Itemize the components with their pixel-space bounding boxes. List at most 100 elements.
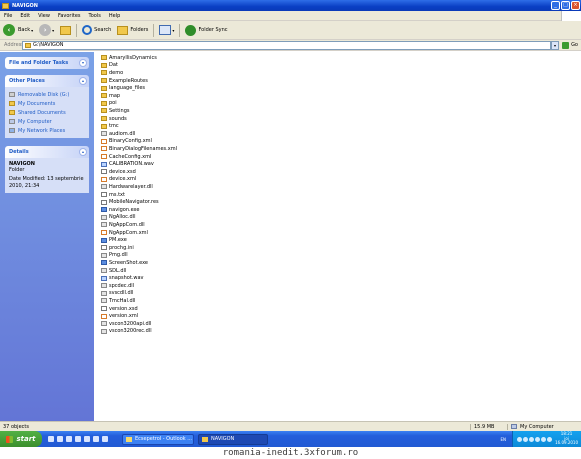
address-dropdown-button[interactable]: ▾	[551, 40, 560, 50]
file-item[interactable]: MobileNavigator.res	[101, 198, 159, 206]
chevron-up-icon[interactable]: ▴	[79, 77, 87, 85]
tray-icon[interactable]	[517, 436, 523, 442]
back-button[interactable]: ‹ Back ▾	[0, 22, 36, 38]
app-icon[interactable]	[93, 436, 99, 442]
other-places-header[interactable]: Other Places ▴	[5, 75, 89, 87]
file-item[interactable]: spcdec.dll	[101, 282, 134, 290]
my-computer-icon	[9, 119, 15, 124]
maximize-button[interactable]: □	[561, 1, 570, 10]
file-item[interactable]: SDL.dll	[101, 267, 126, 275]
file-item[interactable]: PM.exe	[101, 236, 127, 244]
file-item[interactable]: NgAlloc.dll	[101, 214, 135, 222]
details-header[interactable]: Details ▴	[5, 146, 89, 158]
file-item[interactable]: BinaryDialogFilenames.xml	[101, 145, 177, 153]
file-item[interactable]: version.xml	[101, 312, 138, 320]
place-my-documents[interactable]: My Documents	[9, 99, 85, 108]
exe-icon	[101, 260, 107, 266]
tray-icon[interactable]	[535, 436, 541, 442]
firefox-icon[interactable]	[84, 436, 90, 442]
start-button[interactable]: start	[0, 431, 42, 447]
taskbar-item-outlook[interactable]: Ecsepetrol - Outlook ...	[122, 433, 194, 445]
taskbar-item-navigon[interactable]: NAVIGON	[198, 433, 268, 445]
file-item[interactable]: BinaryConfig.xml	[101, 138, 152, 146]
file-item[interactable]: device.xsd	[101, 168, 136, 176]
file-item[interactable]: ms.txt	[101, 191, 125, 199]
go-button[interactable]: Go	[562, 41, 578, 49]
app-icon[interactable]	[102, 436, 108, 442]
file-item[interactable]: prochg.ini	[101, 244, 134, 252]
place-removable-disk[interactable]: Removable Disk (G:)	[9, 90, 85, 99]
forward-button[interactable]: › ▾	[36, 22, 57, 38]
place-shared-documents[interactable]: Shared Documents	[9, 108, 85, 117]
panel-title: File and Folder Tasks	[9, 60, 69, 66]
file-item[interactable]: NgAppCom.dll	[101, 221, 145, 229]
file-item[interactable]: CacheConfig.xml	[101, 153, 151, 161]
file-item[interactable]: vscon3200api.dll	[101, 320, 151, 328]
tray-icon[interactable]	[529, 436, 535, 442]
folder-item[interactable]: poi	[101, 100, 117, 108]
search-button[interactable]: Search	[79, 22, 114, 38]
file-item[interactable]: ScreenShot.exe	[101, 259, 148, 267]
tray-icon[interactable]	[523, 436, 529, 442]
menu-favorites[interactable]: Favorites	[54, 13, 85, 19]
file-list[interactable]: AmaryllisDynamics Dat demo ExampleRoutes lan…	[94, 52, 581, 421]
folder-item[interactable]: tmc	[101, 122, 119, 130]
file-name: BinaryDialogFilenames.xml	[109, 145, 177, 152]
place-my-computer[interactable]: My Computer	[9, 117, 85, 126]
language-indicator[interactable]: EN	[500, 437, 506, 442]
place-my-network-places[interactable]: My Network Places	[9, 126, 85, 135]
ie-icon[interactable]	[48, 436, 54, 442]
folder-item[interactable]: map	[101, 92, 120, 100]
txt-icon	[101, 245, 107, 251]
folder-item[interactable]: Settings	[101, 107, 130, 115]
file-item[interactable]: version.xsd	[101, 305, 138, 313]
chevron-down-icon[interactable]: ▾	[79, 59, 87, 67]
menu-edit[interactable]: Edit	[16, 13, 34, 19]
file-item[interactable]: CALIBRATION.wav	[101, 160, 154, 168]
outlook-icon[interactable]	[57, 436, 63, 442]
file-name: vscon3200rec.dll	[109, 328, 152, 335]
txt-icon	[101, 306, 107, 312]
file-folder-tasks-header[interactable]: File and Folder Tasks ▾	[5, 57, 89, 69]
panel-title: Details	[9, 149, 29, 155]
media-player-icon[interactable]	[75, 436, 81, 442]
folder-sync-button[interactable]: Folder Sync	[182, 22, 230, 38]
file-item[interactable]: snapshot.wav	[101, 274, 144, 282]
file-item[interactable]: Pmg.dll	[101, 252, 128, 260]
quick-launch	[48, 436, 108, 442]
toolbar-separator	[179, 23, 181, 37]
tray-icon[interactable]	[541, 436, 547, 442]
folders-button[interactable]: Folders	[114, 22, 151, 38]
views-button[interactable]: ▾	[156, 22, 177, 38]
minimize-button[interactable]: _	[551, 1, 560, 10]
folder-item[interactable]: ExampleRoutes	[101, 77, 148, 85]
menu-view[interactable]: View	[34, 13, 54, 19]
file-item[interactable]: NgAppCom.xml	[101, 229, 148, 237]
file-item[interactable]: Hardwarelayer.dll	[101, 183, 153, 191]
file-item[interactable]: device.xml	[101, 176, 136, 184]
file-item[interactable]: vscon3200rec.dll	[101, 328, 152, 336]
folder-item[interactable]: AmaryllisDynamics	[101, 54, 157, 62]
chevron-up-icon[interactable]: ▴	[79, 148, 87, 156]
file-name: Dat	[109, 62, 118, 69]
menu-file[interactable]: File	[0, 13, 16, 19]
menu-tools[interactable]: Tools	[85, 13, 105, 19]
title-bar[interactable]: NAVIGON _ □ ×	[0, 0, 581, 11]
up-folder-button[interactable]	[57, 22, 74, 38]
clock[interactable]: 18:21 joi 16.09.2010	[555, 432, 578, 446]
file-item[interactable]: audiom.dll	[101, 130, 135, 138]
file-name: svscdll.dll	[109, 290, 134, 297]
details-modified: Date Modified: 13 septembrie 2010, 21:34	[9, 176, 84, 189]
folder-item[interactable]: sounds	[101, 115, 127, 123]
file-item[interactable]: svscdll.dll	[101, 290, 133, 298]
folder-item[interactable]: Dat	[101, 62, 118, 70]
close-button[interactable]: ×	[571, 1, 580, 10]
address-input[interactable]: G:\NAVIGON	[22, 40, 552, 50]
folder-item[interactable]: language_files	[101, 84, 145, 92]
tray-icon[interactable]	[547, 436, 553, 442]
folder-item[interactable]: demo	[101, 69, 123, 77]
show-desktop-icon[interactable]	[66, 436, 72, 442]
file-item[interactable]: navigon.exe	[101, 206, 139, 214]
menu-help[interactable]: Help	[105, 13, 124, 19]
file-item[interactable]: TmcHal.dll	[101, 297, 135, 305]
